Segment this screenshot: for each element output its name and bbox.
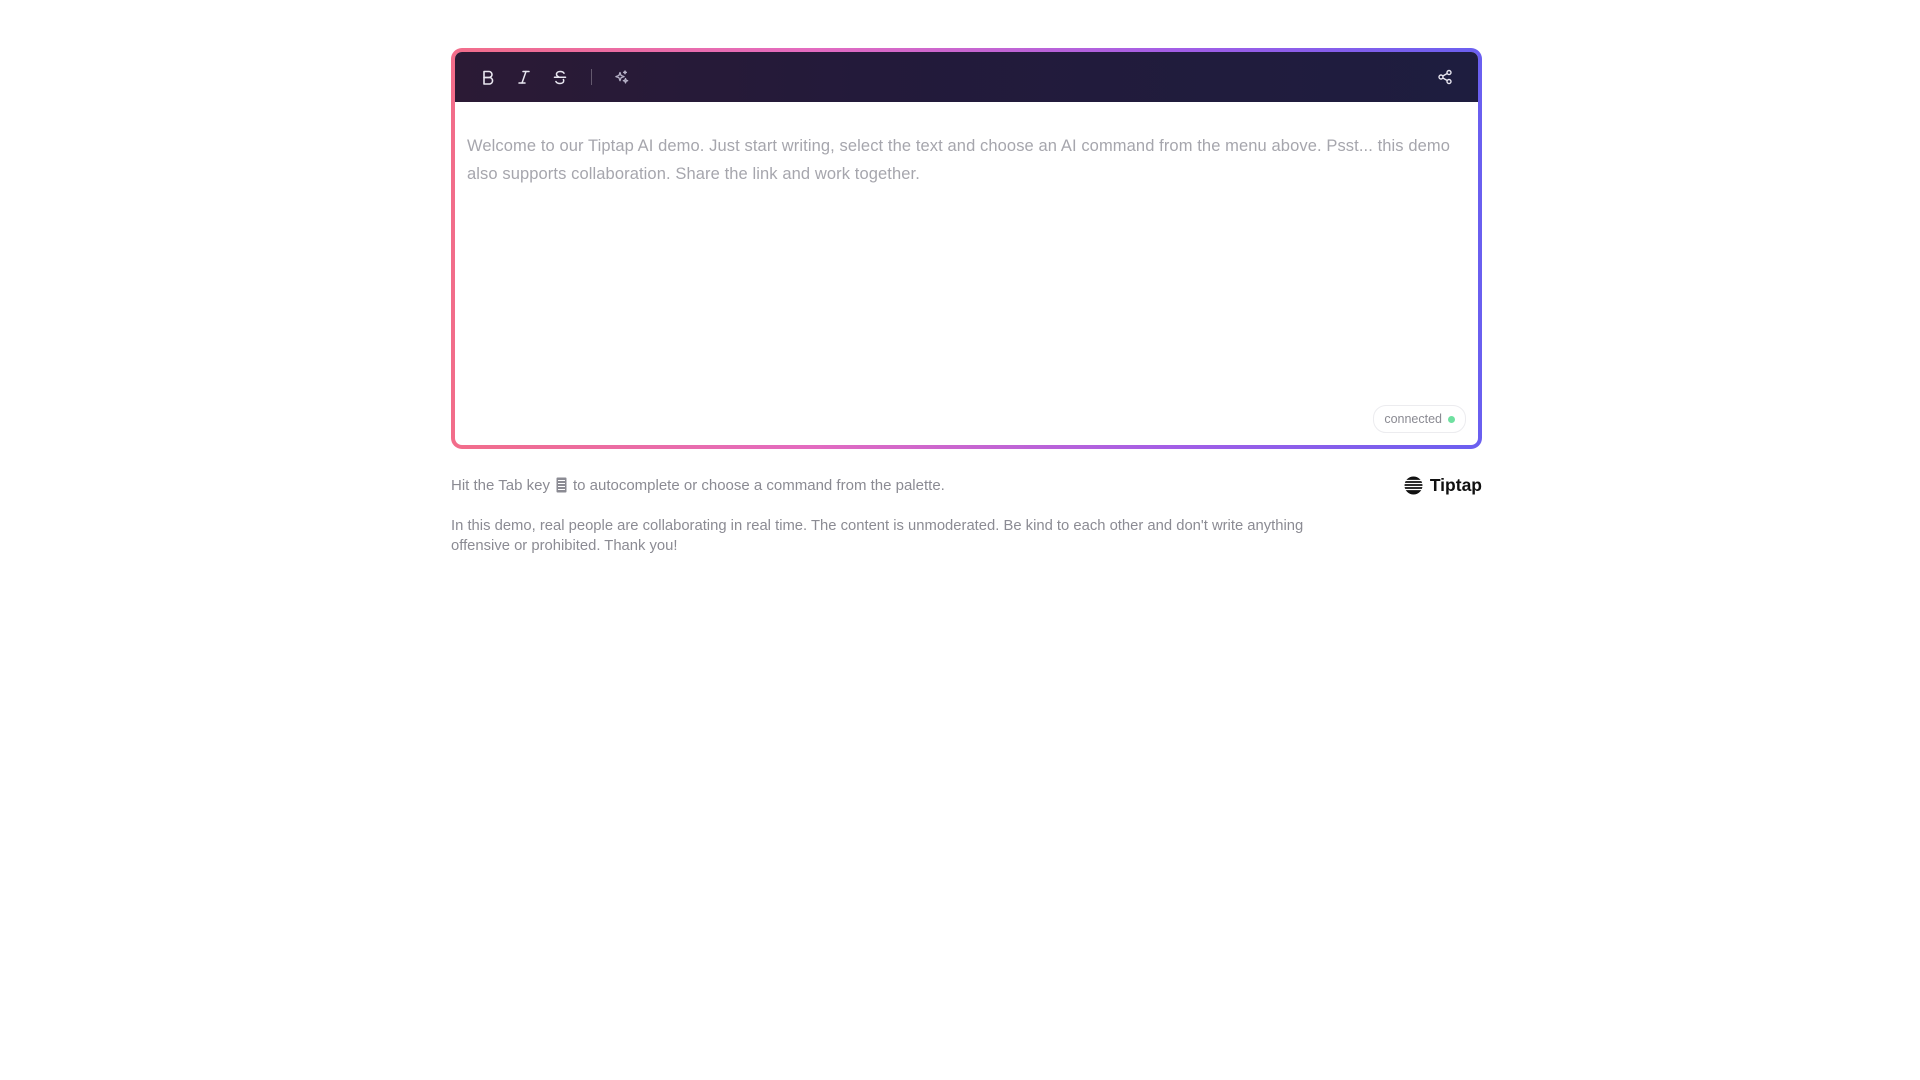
brand-name: Tiptap xyxy=(1429,474,1482,495)
hint-text-after: to autocomplete or choose a command from… xyxy=(572,476,945,494)
editor-placeholder: Welcome to our Tiptap AI demo. Just star… xyxy=(467,137,1451,183)
page: Welcome to our Tiptap AI demo. Just star… xyxy=(0,0,1920,1080)
tiptap-brand-link[interactable]: Tiptap xyxy=(1403,474,1482,496)
tab-key-icon xyxy=(556,477,567,493)
autocomplete-hint: Hit the Tab key to autocomplete or choos… xyxy=(451,477,945,494)
editor-content[interactable]: Welcome to our Tiptap AI demo. Just star… xyxy=(455,102,1478,382)
connection-status-dot xyxy=(1448,415,1455,423)
hint-row: Hit the Tab key to autocomplete or choos… xyxy=(451,473,1482,497)
ai-sparkles-icon xyxy=(614,69,628,84)
italic-icon xyxy=(518,70,530,84)
bold-icon xyxy=(483,70,494,85)
moderation-notice: In this demo, real people are collaborat… xyxy=(451,518,1304,554)
strikethrough-icon xyxy=(553,70,567,85)
editor: Welcome to our Tiptap AI demo. Just star… xyxy=(455,52,1478,445)
bold-button[interactable] xyxy=(471,62,505,92)
strikethrough-button[interactable] xyxy=(543,62,577,92)
italic-button[interactable] xyxy=(507,62,541,92)
ai-command-button[interactable] xyxy=(604,62,638,92)
share-icon xyxy=(1438,69,1452,85)
editor-frame: Welcome to our Tiptap AI demo. Just star… xyxy=(451,48,1482,449)
connection-status-label: connected xyxy=(1384,412,1442,426)
tiptap-logo-icon xyxy=(1403,476,1423,494)
toolbar-divider xyxy=(591,69,592,85)
connection-status-badge: connected xyxy=(1373,405,1466,433)
share-button[interactable] xyxy=(1428,62,1462,92)
hint-text-before: Hit the Tab key xyxy=(451,476,550,494)
toolbar xyxy=(455,52,1478,102)
